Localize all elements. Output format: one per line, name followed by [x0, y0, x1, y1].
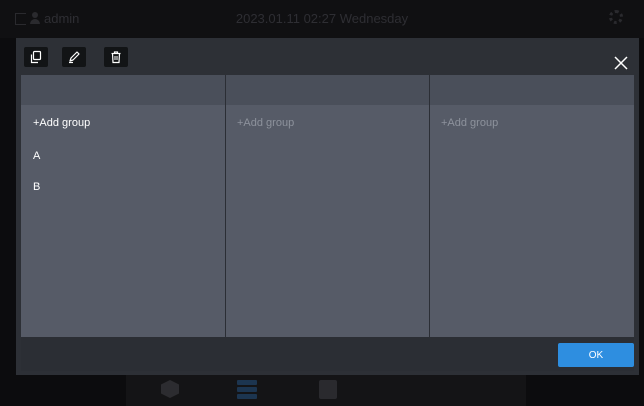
copy-icon — [30, 50, 42, 64]
edit-icon — [69, 51, 80, 64]
group-editor-dialog: +Add group A B +Add group +Add group OK — [16, 38, 639, 375]
datetime: 2023.01.11 02:27 Wednesday — [235, 11, 409, 26]
nav-device-icon[interactable] — [161, 380, 181, 400]
delete-icon — [111, 51, 121, 64]
add-group-button-1[interactable]: +Add group — [33, 117, 90, 129]
delete-button[interactable] — [104, 47, 128, 67]
nav-list-icon[interactable] — [237, 380, 257, 400]
group-item[interactable]: A — [33, 150, 40, 162]
column-header-1 — [21, 75, 225, 105]
settings-icon[interactable] — [609, 10, 623, 24]
add-group-button-3[interactable]: +Add group — [441, 117, 498, 129]
ok-button[interactable]: OK — [558, 343, 634, 367]
close-icon[interactable] — [612, 54, 630, 72]
column-divider — [429, 75, 430, 337]
nav-calendar-icon[interactable] — [319, 380, 339, 400]
column-header-3 — [430, 75, 634, 105]
copy-button[interactable] — [24, 47, 48, 67]
column-divider — [225, 75, 226, 337]
edit-button[interactable] — [62, 47, 86, 67]
group-item[interactable]: B — [33, 181, 40, 193]
add-group-button-2[interactable]: +Add group — [237, 117, 294, 129]
status-bar: admin 2023.01.11 02:27 Wednesday — [0, 0, 644, 38]
dialog-footer — [21, 337, 634, 371]
group-columns: +Add group A B +Add group +Add group — [21, 75, 634, 337]
column-header-2 — [226, 75, 429, 105]
